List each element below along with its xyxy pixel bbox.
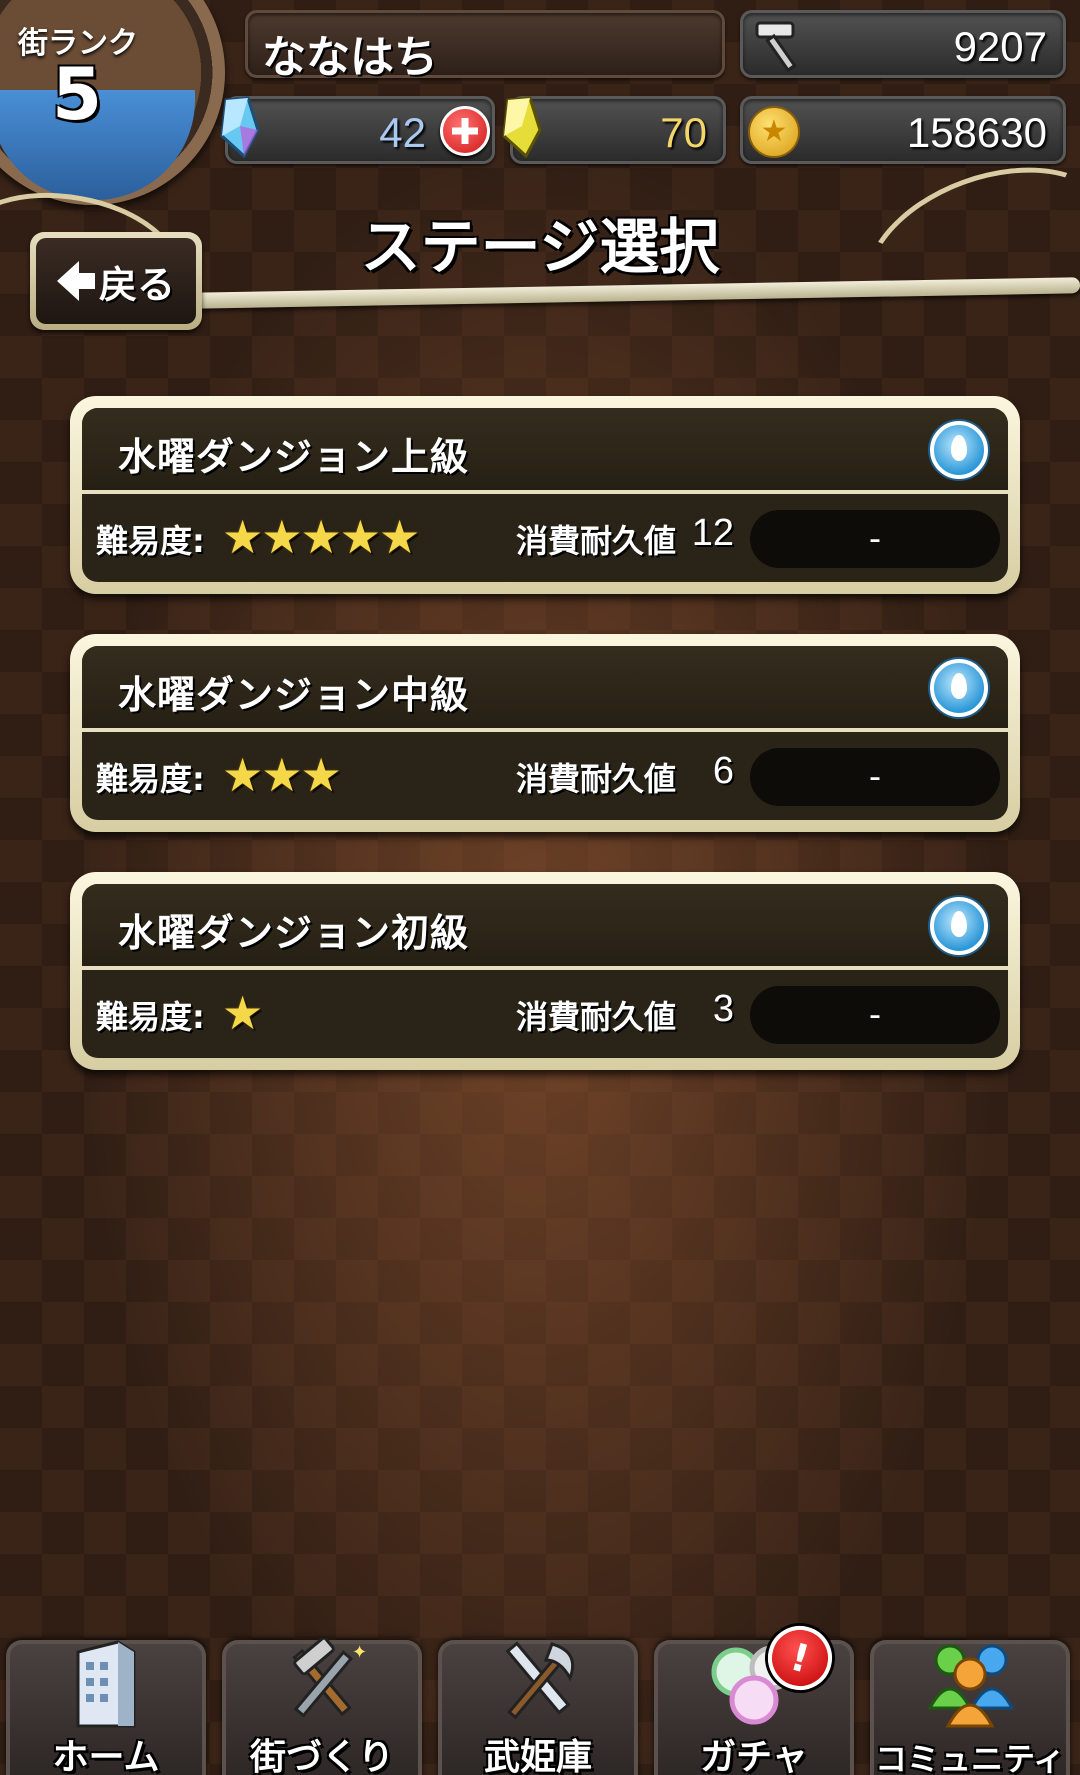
stage-card-body: 水曜ダンジョン中級 難易度: ★★★ 消費耐久値 6 - (82, 646, 1008, 820)
back-button-label: 戻る (98, 262, 175, 307)
water-element-icon (930, 421, 988, 479)
stage-header: 水曜ダンジョン中級 (82, 646, 1008, 732)
back-button-face: 戻る (36, 238, 196, 324)
nav-gacha-label: ガチャ (700, 1737, 808, 1775)
stage-card-beginner[interactable]: 水曜ダンジョン初級 難易度: ★ 消費耐久値 3 - (70, 872, 1020, 1070)
stamina-cost-value: 6 (712, 750, 734, 792)
stamina-cost-label: 消費耐久値 (516, 760, 677, 798)
stamina-cost-value: 12 (691, 512, 734, 554)
difficulty-label: 難易度: (96, 522, 205, 560)
add-crystal-button[interactable] (440, 106, 490, 156)
clear-status-box: - (750, 510, 1000, 568)
difficulty-label: 難易度: (96, 998, 205, 1036)
nav-gacha[interactable]: ! ガチャ (654, 1618, 854, 1775)
stage-card-body: 水曜ダンジョン上級 難易度: ★★★★★ 消費耐久値 12 - (82, 408, 1008, 582)
stamina-cost-label: 消費耐久値 (516, 998, 677, 1036)
stage-name: 水曜ダンジョン上級 (118, 435, 470, 479)
nav-community-label: コミュニティ (874, 1740, 1066, 1775)
stage-info-row: 難易度: ★★★ 消費耐久値 6 - (82, 736, 1008, 820)
nav-home-label: ホーム (52, 1737, 160, 1775)
back-arrow-icon (56, 261, 95, 301)
town-rank-value: 5 (52, 52, 103, 136)
weapons-icon (505, 1641, 575, 1720)
svg-text:✦: ✦ (352, 1642, 367, 1663)
yellow-crystal-icon (502, 96, 542, 158)
stage-card-body: 水曜ダンジョン初級 難易度: ★ 消費耐久値 3 - (82, 884, 1008, 1058)
stamina-cost-label: 消費耐久値 (516, 522, 677, 560)
clear-status-box: - (750, 986, 1000, 1044)
stage-card-advanced[interactable]: 水曜ダンジョン上級 難易度: ★★★★★ 消費耐久値 12 - (70, 396, 1020, 594)
coin-icon (748, 106, 800, 158)
bottom-nav: ホーム ✦ 街づくり 武姫庫 ! ガチャ コミュニティ (0, 1618, 1080, 1775)
water-element-icon (930, 659, 988, 717)
stage-info-row: 難易度: ★★★★★ 消費耐久値 12 - (82, 498, 1008, 582)
player-name-panel: ななはち (245, 10, 725, 83)
difficulty-stars: ★★★ (222, 748, 342, 802)
clear-status-box: - (750, 748, 1000, 806)
stage-info-row: 難易度: ★ 消費耐久値 3 - (82, 974, 1008, 1058)
coin-value: 158630 (906, 109, 1047, 156)
stage-card-intermediate[interactable]: 水曜ダンジョン中級 難易度: ★★★ 消費耐久値 6 - (70, 634, 1020, 832)
stage-header: 水曜ダンジョン上級 (82, 408, 1008, 494)
stage-header: 水曜ダンジョン初級 (82, 884, 1008, 970)
clear-status: - (868, 519, 882, 559)
water-element-icon (930, 897, 988, 955)
nav-community[interactable]: コミュニティ (870, 1640, 1070, 1775)
back-button[interactable]: 戻る (30, 232, 202, 330)
difficulty-label: 難易度: (96, 760, 205, 798)
nav-town-building[interactable]: ✦ 街づくり (222, 1638, 422, 1775)
difficulty-stars: ★ (222, 986, 263, 1040)
difficulty-stars: ★★★★★ (222, 510, 420, 564)
player-name: ななはち (262, 32, 438, 83)
stage-name: 水曜ダンジョン中級 (118, 673, 470, 717)
building-icon (76, 1640, 136, 1728)
hammer-icon (755, 21, 797, 73)
tools-icon: ✦ (292, 1638, 367, 1718)
people-icon (927, 1644, 1015, 1728)
nav-home[interactable]: ホーム (6, 1640, 206, 1775)
clear-status: - (868, 995, 882, 1035)
nav-weapon-storage-label: 武姫庫 (483, 1737, 592, 1775)
nav-town-building-label: 街づくり (249, 1737, 394, 1775)
hammer-value: 9207 (953, 23, 1047, 70)
stage-name: 水曜ダンジョン初級 (118, 911, 470, 955)
blue-crystal-icon (220, 96, 260, 158)
yellow-crystal-value: 70 (660, 109, 707, 156)
hammer-panel: 9207 (740, 10, 1066, 78)
clear-status: - (868, 757, 882, 797)
stamina-cost-value: 3 (712, 988, 734, 1030)
nav-weapon-storage[interactable]: 武姫庫 (438, 1640, 638, 1775)
blue-crystal-value: 42 (379, 109, 426, 156)
